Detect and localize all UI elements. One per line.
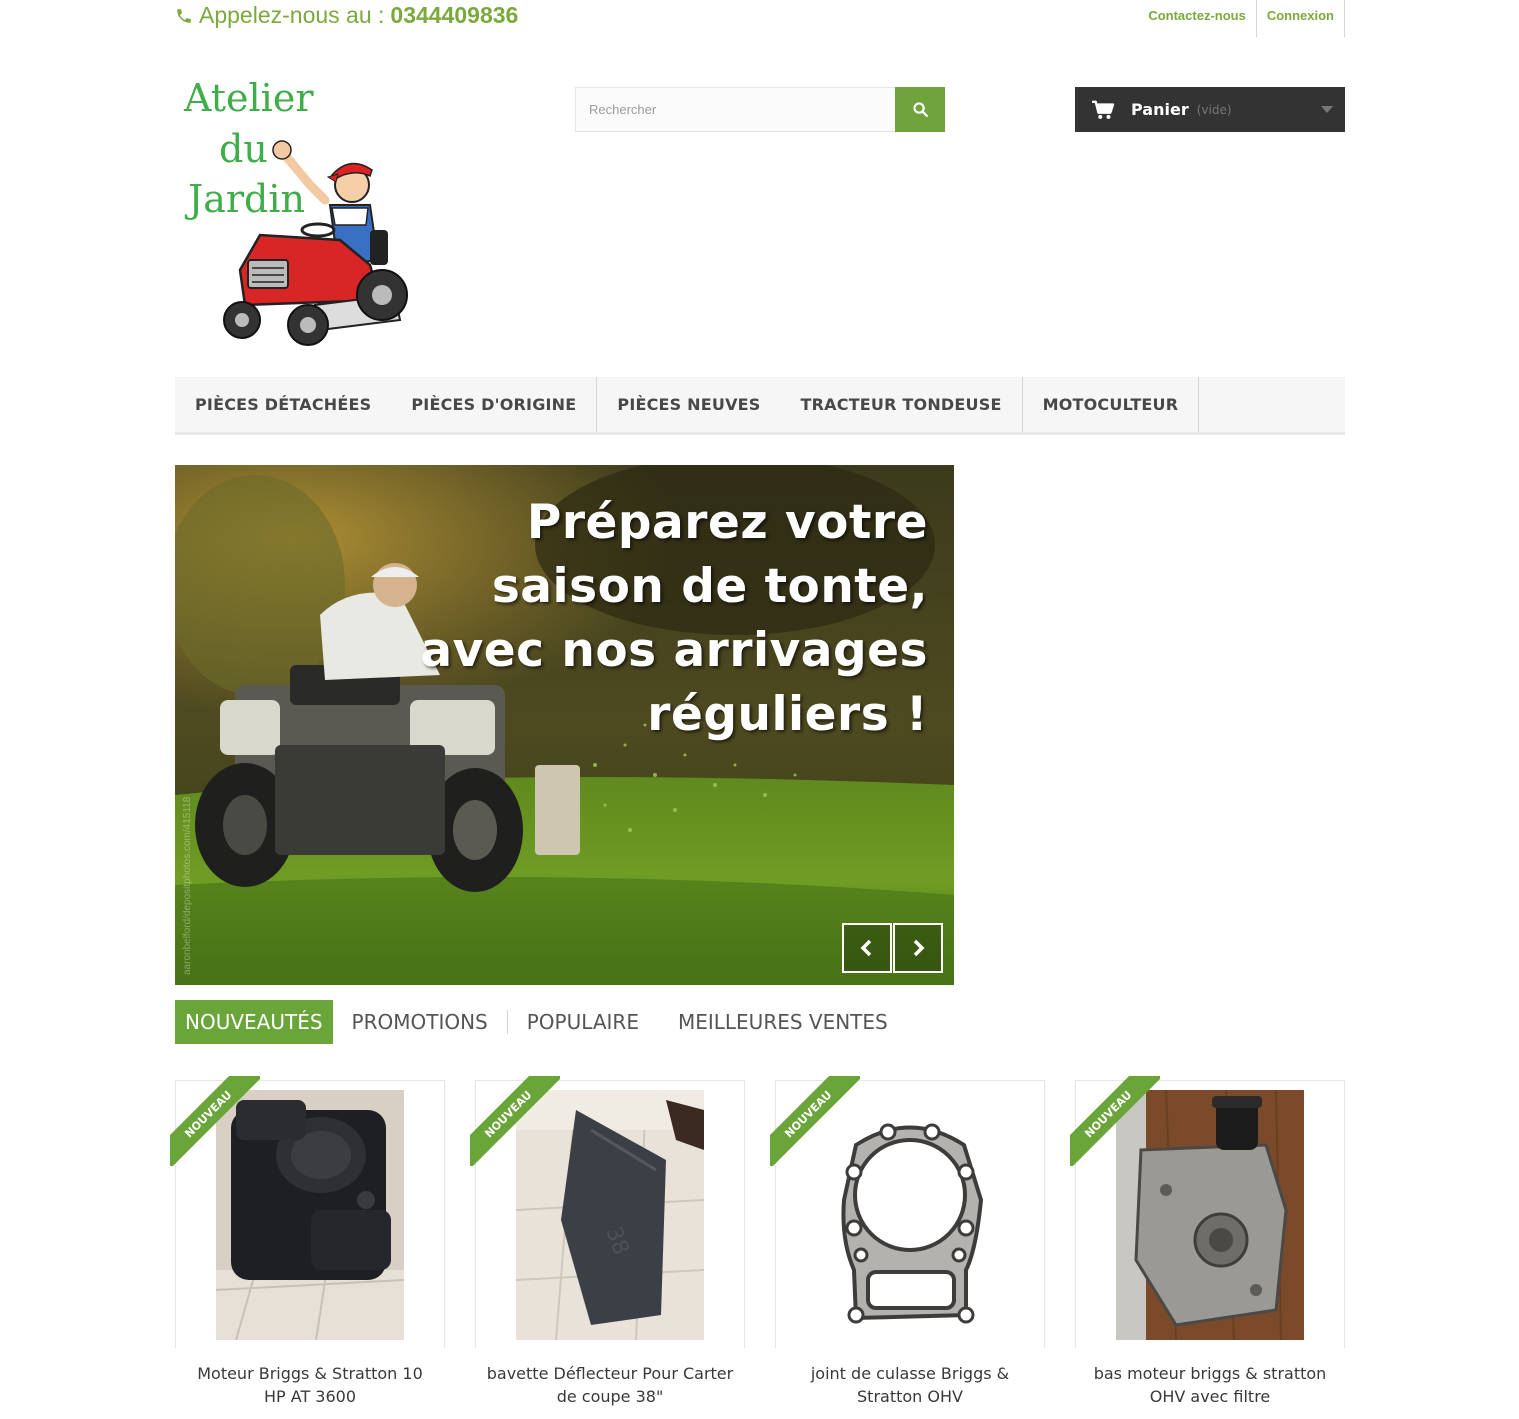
product-card[interactable]: NOUVEAU bas moteur briggs & stratton OHV… xyxy=(1070,1076,1345,1419)
new-badge-label: NOUVEAU xyxy=(470,1076,560,1166)
search-input[interactable] xyxy=(575,87,895,132)
chevron-down-icon xyxy=(1321,106,1333,113)
tab-meilleures-ventes[interactable]: MEILLEURES VENTES xyxy=(668,1000,898,1044)
slider-next-button[interactable] xyxy=(893,923,943,973)
image-watermark: aaronbelford/depositphotos.com/415118 xyxy=(182,796,193,975)
cart-status: (vide) xyxy=(1196,102,1232,117)
cart-button[interactable]: Panier (vide) xyxy=(1075,87,1345,132)
cart-icon xyxy=(1092,100,1115,119)
phone-number[interactable]: 0344409836 xyxy=(390,2,518,29)
cart-label: Panier xyxy=(1131,100,1189,119)
phone-contact: Appelez-nous au : 0344409836 xyxy=(175,2,518,29)
header-links: Contactez-nous Connexion xyxy=(1138,0,1345,37)
product-tabs: NOUVEAUTÉS PROMOTIONS POPULAIRE MEILLEUR… xyxy=(175,1000,907,1044)
slide-caption-line2: saison de tonte, xyxy=(491,559,928,614)
contact-link[interactable]: Contactez-nous xyxy=(1138,0,1256,37)
new-badge: NOUVEAU xyxy=(470,1076,560,1166)
product-name[interactable]: Moteur Briggs & Stratton 10 HP AT 3600 xyxy=(185,1362,435,1408)
site-logo[interactable]: Atelier du Jardin xyxy=(180,75,415,350)
slide-caption: Préparez votre saison de tonte, avec nos… xyxy=(420,491,928,747)
phone-label: Appelez-nous au : xyxy=(199,2,385,28)
tab-nouveautes[interactable]: NOUVEAUTÉS xyxy=(175,1000,333,1044)
slide-caption-line4: réguliers ! xyxy=(647,687,928,742)
tab-promotions[interactable]: PROMOTIONS xyxy=(342,1010,508,1034)
nav-item-motoculteur[interactable]: MOTOCULTEUR xyxy=(1023,377,1200,432)
main-nav: PIÈCES DÉTACHÉES PIÈCES D'ORIGINE PIÈCES… xyxy=(175,377,1345,435)
nav-item-tracteur-tondeuse[interactable]: TRACTEUR TONDEUSE xyxy=(781,377,1023,432)
slider-prev-button[interactable] xyxy=(842,923,892,973)
slide-caption-line1: Préparez votre xyxy=(526,495,928,550)
product-name[interactable]: bavette Déflecteur Pour Carter de coupe … xyxy=(485,1362,735,1408)
new-badge: NOUVEAU xyxy=(1070,1076,1160,1166)
search-bar xyxy=(575,87,945,132)
tab-populaire[interactable]: POPULAIRE xyxy=(517,1000,649,1044)
product-card[interactable]: 38 NOUVEAU bavette Déflecteur Pour Carte… xyxy=(470,1076,745,1419)
top-bar: Appelez-nous au : 0344409836 Contactez-n… xyxy=(175,0,1345,38)
home-slider: Préparez votre saison de tonte, avec nos… xyxy=(175,465,954,985)
new-badge: NOUVEAU xyxy=(770,1076,860,1166)
product-card[interactable]: NOUVEAU Moteur Briggs & Stratton 10 HP A… xyxy=(170,1076,445,1419)
logo-text-line1: Atelier xyxy=(184,76,314,120)
nav-item-pieces-detachees[interactable]: PIÈCES DÉTACHÉES xyxy=(175,377,391,432)
new-badge: NOUVEAU xyxy=(170,1076,260,1166)
new-badge-label: NOUVEAU xyxy=(1070,1076,1160,1166)
search-icon xyxy=(912,102,928,118)
new-badge-label: NOUVEAU xyxy=(770,1076,860,1166)
product-card[interactable]: NOUVEAU joint de culasse Briggs & Stratt… xyxy=(770,1076,1045,1419)
phone-icon xyxy=(177,8,191,23)
slide-caption-line3: avec nos arrivages xyxy=(420,623,928,678)
product-list: NOUVEAU Moteur Briggs & Stratton 10 HP A… xyxy=(170,1076,1345,1419)
login-link[interactable]: Connexion xyxy=(1255,0,1345,37)
new-badge-label: NOUVEAU xyxy=(170,1076,260,1166)
search-button[interactable] xyxy=(895,87,945,132)
chevron-right-icon xyxy=(913,939,925,957)
nav-item-pieces-neuves[interactable]: PIÈCES NEUVES xyxy=(597,377,780,432)
chevron-left-icon xyxy=(860,939,872,957)
nav-item-pieces-origine[interactable]: PIÈCES D'ORIGINE xyxy=(391,377,598,432)
tractor-mascot-illustration xyxy=(223,140,408,346)
product-name[interactable]: bas moteur briggs & stratton OHV avec fi… xyxy=(1085,1362,1335,1408)
product-name[interactable]: joint de culasse Briggs & Stratton OHV xyxy=(785,1362,1035,1408)
